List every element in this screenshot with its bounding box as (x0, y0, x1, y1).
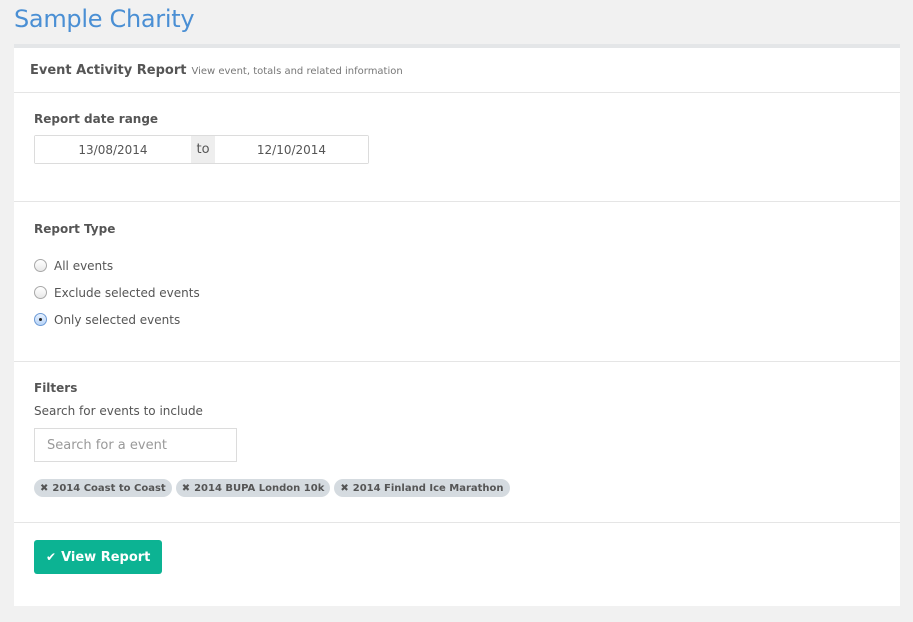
date-range-group: to (34, 135, 369, 164)
filters-label: Filters (34, 381, 78, 395)
panel-header: Event Activity Report View event, totals… (14, 48, 900, 93)
selected-event-tags: ✖ 2014 Coast to Coast ✖ 2014 BUPA London… (34, 479, 880, 497)
date-range-separator: to (191, 136, 215, 163)
report-type-options: All events Exclude selected events Only … (34, 252, 880, 333)
panel-title: Event Activity Report (30, 62, 187, 78)
radio-label: Only selected events (54, 312, 181, 327)
event-search-input[interactable] (34, 428, 237, 462)
radio-option-only-selected[interactable]: Only selected events (34, 306, 880, 333)
report-type-label: Report Type (34, 222, 116, 236)
app-title: Sample Charity (14, 5, 195, 33)
radio-label: Exclude selected events (54, 285, 200, 300)
view-report-button[interactable]: ✔ View Report (34, 540, 163, 574)
event-tag: ✖ 2014 Coast to Coast (34, 479, 172, 497)
actions-section: ✔ View Report (14, 523, 900, 574)
remove-icon[interactable]: ✖ (182, 483, 190, 494)
report-panel: Event Activity Report View event, totals… (14, 44, 900, 606)
radio-option-all-events[interactable]: All events (34, 252, 880, 279)
date-range-section: Report date range to (14, 93, 900, 202)
filters-section: Filters Search for events to include ✖ 2… (14, 362, 900, 523)
date-range-label: Report date range (34, 112, 159, 126)
report-type-section: Report Type All events Exclude selected … (14, 202, 900, 362)
radio-option-exclude-selected[interactable]: Exclude selected events (34, 279, 880, 306)
remove-icon[interactable]: ✖ (40, 483, 48, 494)
panel-subtitle: View event, totals and related informati… (191, 65, 403, 77)
radio-button-checked[interactable] (34, 313, 47, 326)
radio-label: All events (54, 258, 114, 273)
remove-icon[interactable]: ✖ (340, 483, 348, 494)
check-icon: ✔ (46, 550, 57, 564)
event-tag-label: 2014 BUPA London 10k (194, 482, 325, 494)
event-tag: ✖ 2014 Finland Ice Marathon (334, 479, 510, 497)
event-tag: ✖ 2014 BUPA London 10k (175, 479, 331, 497)
event-tag-label: 2014 Finland Ice Marathon (352, 482, 504, 494)
radio-button[interactable] (34, 259, 47, 272)
radio-button[interactable] (34, 286, 47, 299)
view-report-label: View Report (61, 549, 151, 565)
filters-description: Search for events to include (34, 404, 203, 418)
date-from-input[interactable] (35, 136, 191, 163)
date-to-input[interactable] (215, 136, 368, 163)
event-tag-label: 2014 Coast to Coast (52, 482, 166, 494)
